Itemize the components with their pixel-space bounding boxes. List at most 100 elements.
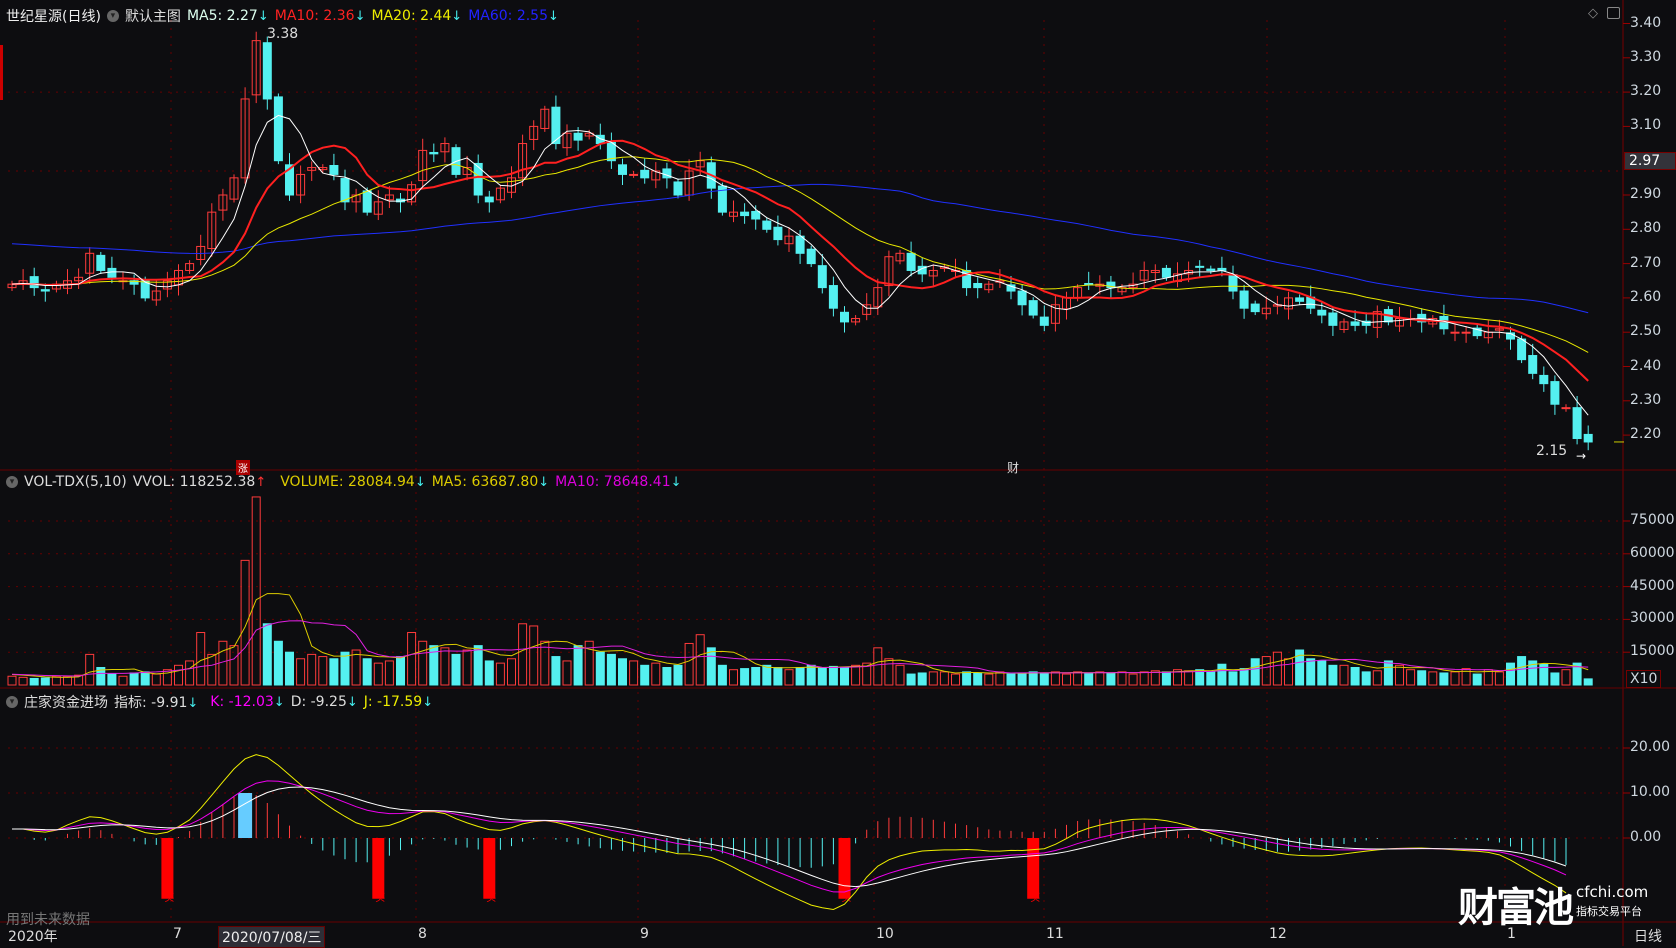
volume-bar [1017, 672, 1027, 686]
toggle-circle-icon[interactable]: ▾ [6, 476, 18, 488]
volume-bar [773, 667, 783, 686]
stock-chart[interactable]: 买买买买买 [0, 0, 1676, 946]
volume-bar [229, 645, 239, 686]
volume-bar [873, 647, 883, 686]
volume-bar [1062, 673, 1071, 686]
volume-bar [1517, 656, 1527, 686]
indicator-name[interactable]: 庄家资金进场 [24, 692, 108, 712]
up-arrow-icon: ↑ [255, 475, 267, 490]
volume-bar [817, 667, 827, 686]
volume-multiplier: X10 [1626, 670, 1662, 688]
buy-signal-label: 买 [164, 892, 174, 904]
volume-bar [1128, 673, 1138, 686]
indicator-highlight-bar [238, 793, 253, 838]
volume-bar [1372, 670, 1382, 686]
candle-down [573, 132, 583, 141]
candle-down [1439, 315, 1449, 330]
volume-bar [1206, 671, 1216, 686]
period-label[interactable]: 日线 [1634, 926, 1662, 946]
volume-bar [895, 664, 905, 686]
volume-bar [684, 642, 694, 686]
price-axis-label: 2.20 [1630, 426, 1662, 443]
buy-signal-bar [838, 838, 851, 899]
buy-signal-bar [372, 838, 385, 899]
volume-bar [1406, 669, 1416, 686]
volume-bar [1161, 671, 1171, 686]
volume-bar [562, 660, 572, 686]
volume-bar [107, 673, 117, 686]
candle-up [1461, 331, 1471, 334]
volume-bar [518, 623, 528, 686]
volume-bar [851, 664, 861, 686]
panel-toggle-icon[interactable] [1607, 7, 1620, 19]
volume-bar [7, 675, 17, 686]
candle-down [1195, 265, 1205, 268]
volume-bar [1217, 663, 1227, 686]
volume-axis-label: 45000 [1630, 577, 1675, 594]
candle-down [1039, 316, 1049, 326]
side-red-tab[interactable] [0, 45, 3, 100]
volume-bar [1506, 662, 1515, 686]
candle-down [751, 210, 761, 220]
volume-bar [1395, 664, 1404, 686]
volume-bar [573, 645, 583, 686]
volume-bar [396, 656, 405, 686]
candle-down [906, 252, 916, 271]
volume-bar [196, 632, 206, 686]
candle-down [1328, 312, 1338, 326]
candle-up [1450, 331, 1460, 334]
down-arrow-icon: ↓ [548, 9, 559, 24]
volume-bar [63, 676, 72, 686]
buy-signal-bar [483, 838, 496, 899]
rise-marker[interactable]: 涨 [236, 460, 250, 475]
current-price-box: 2.97 [1624, 152, 1676, 170]
indicator-axis-label: 0.00 [1630, 829, 1662, 845]
volume-bar [1361, 671, 1371, 686]
volume-bar [806, 664, 816, 686]
volume-bar [1028, 671, 1038, 686]
volume-bar [85, 653, 95, 686]
toggle-circle-icon[interactable]: ▾ [6, 696, 18, 708]
month-label: 9 [640, 926, 649, 942]
volume-bar [651, 662, 661, 686]
vvol-label: VVOL: 118252.38 [132, 474, 256, 490]
candle-down [1550, 381, 1560, 405]
price-axis-label: 2.30 [1630, 391, 1662, 408]
main-chart-label[interactable]: 默认主图 [125, 6, 181, 26]
toggle-circle-icon[interactable]: ▾ [106, 10, 119, 22]
price-axis-label: 2.70 [1630, 254, 1662, 271]
indicator-axis-label: 20.00 [1630, 739, 1671, 755]
finance-marker[interactable]: 财 [1007, 459, 1019, 476]
candle-down [429, 151, 439, 155]
volume-bar [407, 632, 417, 686]
volume-bar [1261, 656, 1271, 686]
candle-down [484, 196, 494, 203]
volume-bar [1561, 669, 1571, 686]
candle-down [329, 165, 339, 175]
candle-down [773, 226, 783, 241]
volume-bar [1228, 671, 1238, 686]
volume-bar [884, 658, 894, 686]
volume-bar [40, 677, 50, 686]
volume-bar [307, 653, 317, 686]
volume-bar [1084, 672, 1094, 686]
volume-bar [695, 634, 705, 686]
candle-down [762, 220, 772, 230]
candle-down [1228, 274, 1238, 292]
price-axis-label: 2.90 [1630, 186, 1662, 202]
volume-bar [717, 664, 727, 686]
volume-bar [640, 664, 650, 686]
volume-bar [551, 656, 561, 686]
volume-bar [1106, 672, 1116, 686]
down-arrow-icon: ↓ [422, 695, 434, 710]
buy-signal-label: 买 [375, 892, 385, 904]
volume-bar [951, 673, 960, 686]
diamond-icon[interactable]: ◇ [1588, 6, 1598, 21]
volume-bar [984, 673, 994, 686]
volume-indicator-name[interactable]: VOL-TDX(5,10) [24, 474, 127, 490]
down-arrow-icon: ↓ [346, 695, 358, 710]
price-axis-label: 2.40 [1630, 357, 1662, 374]
candle-down [262, 42, 272, 100]
stock-title[interactable]: 世纪星源(日线) [6, 6, 101, 26]
volume-bar [1250, 658, 1260, 686]
